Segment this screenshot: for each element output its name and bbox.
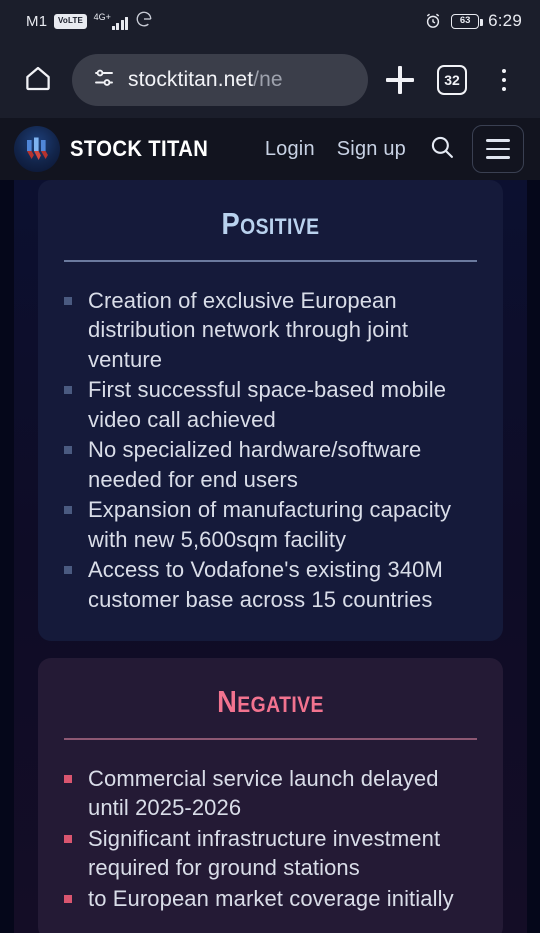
positive-card-divider (64, 260, 477, 262)
list-item: Significant infrastructure investment re… (62, 824, 479, 883)
list-item: to European market coverage initially (62, 884, 479, 914)
volte-badge: VoLTE (54, 13, 87, 29)
content-container: Positive Creation of exclusive European … (14, 180, 527, 933)
brand-name[interactable]: STOCK TITAN (70, 136, 208, 162)
search-icon (428, 133, 456, 166)
plus-icon (386, 66, 414, 94)
url-path: /ne (253, 68, 283, 91)
positive-card-title: Positive (221, 206, 320, 241)
negative-card-title: Negative (217, 684, 324, 720)
kebab-menu-icon (501, 68, 507, 92)
list-item: Access to Vodafone's existing 340M custo… (62, 555, 479, 614)
positive-bullet-list: Creation of exclusive European distribut… (62, 286, 479, 615)
signal-bars-icon (111, 16, 129, 30)
negative-bullet-list: Commercial service launch delayed until … (62, 764, 479, 914)
hamburger-icon (486, 139, 510, 159)
url-domain: stocktitan.net (128, 68, 254, 91)
new-tab-button[interactable] (374, 52, 426, 108)
status-bar-left: M1 VoLTE 4G+ (26, 10, 153, 32)
battery-percent: 63 (459, 15, 471, 27)
login-link[interactable]: Login (265, 138, 315, 161)
stock-titan-logo[interactable] (14, 126, 60, 172)
positive-card: Positive Creation of exclusive European … (38, 180, 503, 642)
tab-count-badge: 32 (437, 65, 467, 95)
negative-card-divider (64, 738, 477, 740)
clock-label: 6:29 (488, 11, 522, 30)
network-type-label: 4G+ (93, 11, 111, 22)
carrier-label: M1 (26, 12, 48, 30)
alarm-clock-icon (424, 12, 442, 30)
negative-card: Negative Commercial service launch delay… (38, 658, 503, 933)
url-text: stocktitan.net/ne (128, 68, 283, 92)
status-bar: M1 VoLTE 4G+ 63 6:29 (0, 0, 540, 42)
tab-switcher-button[interactable]: 32 (426, 52, 478, 108)
home-button[interactable] (10, 52, 66, 108)
signal-strength-icon: 4G+ (93, 11, 129, 30)
list-item: No specialized hardware/software needed … (62, 435, 479, 494)
list-item: Commercial service launch delayed until … (62, 764, 479, 823)
google-icon (135, 10, 153, 32)
site-header: STOCK TITAN Login Sign up (0, 118, 540, 180)
search-button[interactable] (428, 133, 456, 166)
browser-toolbar: stocktitan.net/ne 32 (0, 42, 540, 118)
tune-icon[interactable] (92, 66, 116, 95)
home-icon (23, 63, 53, 98)
list-item: First successful space-based mobile vide… (62, 375, 479, 434)
list-item: Creation of exclusive European distribut… (62, 286, 479, 375)
address-bar[interactable]: stocktitan.net/ne (72, 54, 368, 106)
page-content-area: Positive Creation of exclusive European … (0, 180, 540, 933)
battery-icon: 63 (451, 13, 483, 29)
list-item: Expansion of manufacturing capacity with… (62, 495, 479, 554)
signup-link[interactable]: Sign up (337, 138, 406, 161)
logo-glyph (27, 137, 48, 160)
status-bar-right: 63 6:29 (424, 11, 522, 31)
mobile-menu-button[interactable] (472, 125, 524, 173)
browser-menu-button[interactable] (478, 52, 530, 108)
